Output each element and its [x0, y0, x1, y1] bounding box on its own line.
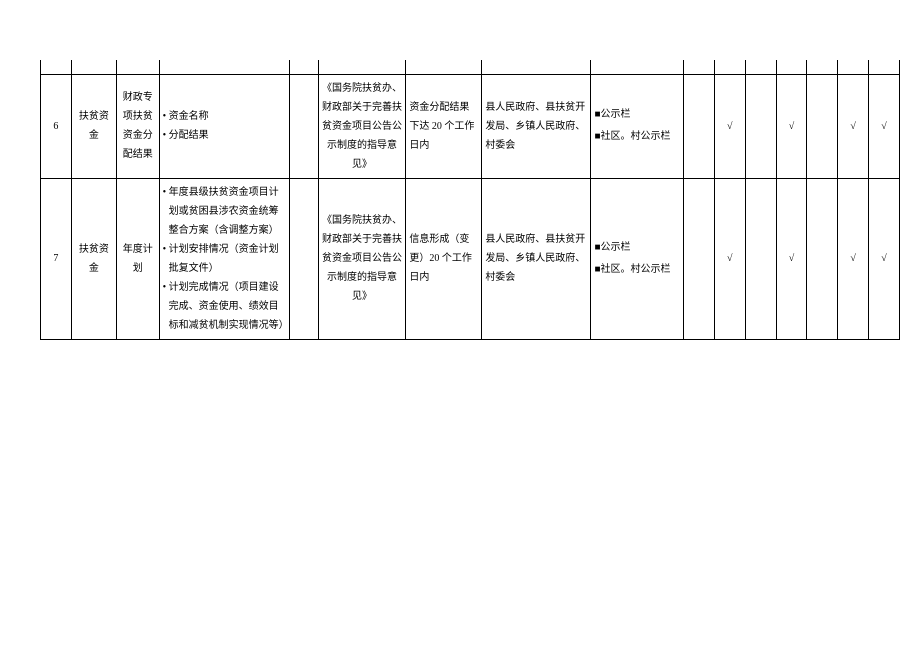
cell-memo	[290, 178, 318, 339]
content-item: 计划完成情况（项目建设完成、资金使用、绩效目标和减贫机制实现情况等）	[163, 278, 287, 335]
cell-basis: 《国务院扶贫办、财政部关于完善扶贫资金项目公告公示制度的指导意见》	[318, 178, 406, 339]
cell-check: √	[776, 74, 807, 178]
cell-check: √	[838, 178, 869, 339]
cell-check: √	[838, 74, 869, 178]
cell-check: √	[714, 178, 745, 339]
cell-subcategory: 财政专项扶贫资金分配结果	[116, 74, 159, 178]
cell-memo	[290, 74, 318, 178]
cell-index: 7	[41, 178, 72, 339]
content-item: 计划安排情况（资金计划批复文件）	[163, 240, 287, 278]
table-row: 7 扶贫资金 年度计划 年度县级扶贫资金项目计划或贫困县涉农资金统筹整合方案（含…	[41, 178, 900, 339]
cell-check: √	[776, 178, 807, 339]
cell-check	[807, 74, 838, 178]
cell-channel: ■公示栏 ■社区。村公示栏	[591, 74, 684, 178]
cell-check	[683, 178, 714, 339]
channel-line: ■社区。村公示栏	[594, 259, 680, 281]
cell-category: 扶贫资金	[71, 74, 116, 178]
content-item: 年度县级扶贫资金项目计划或贫困县涉农资金统筹整合方案（含调整方案）	[163, 183, 287, 240]
content-item: 资金名称	[163, 107, 287, 126]
channel-line: ■社区。村公示栏	[594, 126, 680, 148]
cell-timing: 资金分配结果下达 20 个工作日内	[406, 74, 482, 178]
cell-subject: 县人民政府、县扶贫开发局、乡镇人民政府、村委会	[482, 74, 591, 178]
cell-subcategory: 年度计划	[116, 178, 159, 339]
cell-index: 6	[41, 74, 72, 178]
cell-check	[745, 178, 776, 339]
cell-channel: ■公示栏 ■社区。村公示栏	[591, 178, 684, 339]
table-continuation-row	[41, 60, 900, 74]
channel-line: ■公示栏	[594, 237, 680, 259]
cell-category: 扶贫资金	[71, 178, 116, 339]
cell-subject: 县人民政府、县扶贫开发局、乡镇人民政府、村委会	[482, 178, 591, 339]
cell-check: √	[714, 74, 745, 178]
cell-timing: 信息形成（变更）20 个工作日内	[406, 178, 482, 339]
cell-check	[683, 74, 714, 178]
cell-content: 年度县级扶贫资金项目计划或贫困县涉农资金统筹整合方案（含调整方案） 计划安排情况…	[159, 178, 290, 339]
cell-check	[807, 178, 838, 339]
cell-check	[745, 74, 776, 178]
cell-check: √	[869, 178, 900, 339]
cell-basis: 《国务院扶贫办、财政部关于完善扶贫资金项目公告公示制度的指导意见》	[318, 74, 406, 178]
data-table: 6 扶贫资金 财政专项扶贫资金分配结果 资金名称 分配结果 《国务院扶贫办、财政…	[40, 60, 900, 340]
table-row: 6 扶贫资金 财政专项扶贫资金分配结果 资金名称 分配结果 《国务院扶贫办、财政…	[41, 74, 900, 178]
content-item: 分配结果	[163, 126, 287, 145]
document-page: 6 扶贫资金 财政专项扶贫资金分配结果 资金名称 分配结果 《国务院扶贫办、财政…	[0, 0, 920, 360]
cell-check: √	[869, 74, 900, 178]
channel-line: ■公示栏	[594, 104, 680, 126]
cell-content: 资金名称 分配结果	[159, 74, 290, 178]
